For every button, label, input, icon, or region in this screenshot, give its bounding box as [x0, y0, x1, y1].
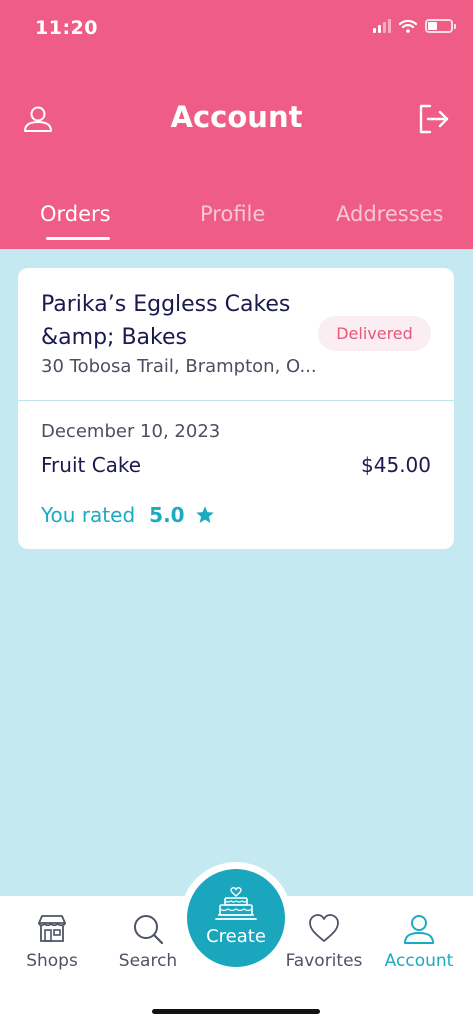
create-button[interactable]: Create	[187, 869, 285, 967]
tab-addresses[interactable]: Addresses	[336, 202, 444, 226]
rating-label: You rated	[41, 503, 136, 527]
tab-orders[interactable]: Orders	[40, 202, 111, 226]
status-icons	[373, 19, 456, 33]
wifi-icon	[399, 19, 417, 33]
rating-value: 5.0	[149, 503, 185, 527]
heart-icon	[309, 914, 339, 942]
order-card[interactable]: Parika’s Eggless Cakes &amp; Bakes 30 To…	[18, 268, 454, 549]
nav-search[interactable]: Search	[103, 896, 193, 971]
order-date: December 10, 2023	[41, 421, 221, 442]
nav-search-label: Search	[118, 951, 178, 971]
logout-icon[interactable]	[417, 103, 451, 135]
order-item-name: Fruit Cake	[41, 453, 142, 477]
header: 11:20 Account Orders Profile Addresses	[0, 0, 473, 249]
tab-profile[interactable]: Profile	[200, 202, 265, 226]
search-icon	[134, 915, 164, 945]
shop-address: 30 Tobosa Trail, Brampton, O...	[41, 356, 317, 377]
order-price: $45.00	[361, 453, 431, 477]
star-icon	[195, 506, 214, 523]
account-icon	[404, 915, 434, 944]
nav-shops-label: Shops	[26, 951, 78, 971]
active-tab-indicator	[46, 237, 110, 240]
cake-icon	[215, 887, 257, 920]
storefront-icon	[38, 915, 66, 942]
nav-account-label: Account	[384, 951, 454, 971]
card-divider	[18, 400, 454, 401]
home-indicator	[152, 1009, 320, 1014]
rating-row: You rated 5.0	[41, 503, 215, 527]
nav-favorites-label: Favorites	[285, 951, 363, 971]
battery-icon	[425, 19, 456, 33]
nav-shops[interactable]: Shops	[7, 896, 97, 971]
cellular-signal-icon	[373, 19, 391, 33]
status-badge: Delivered	[318, 316, 431, 351]
page-title: Account	[170, 100, 303, 134]
nav-favorites[interactable]: Favorites	[279, 896, 369, 971]
create-label: Create	[206, 926, 266, 947]
nav-account[interactable]: Account	[374, 896, 464, 971]
shop-name: Parika’s Eggless Cakes &amp; Bakes	[41, 292, 291, 350]
status-time: 11:20	[35, 17, 98, 39]
